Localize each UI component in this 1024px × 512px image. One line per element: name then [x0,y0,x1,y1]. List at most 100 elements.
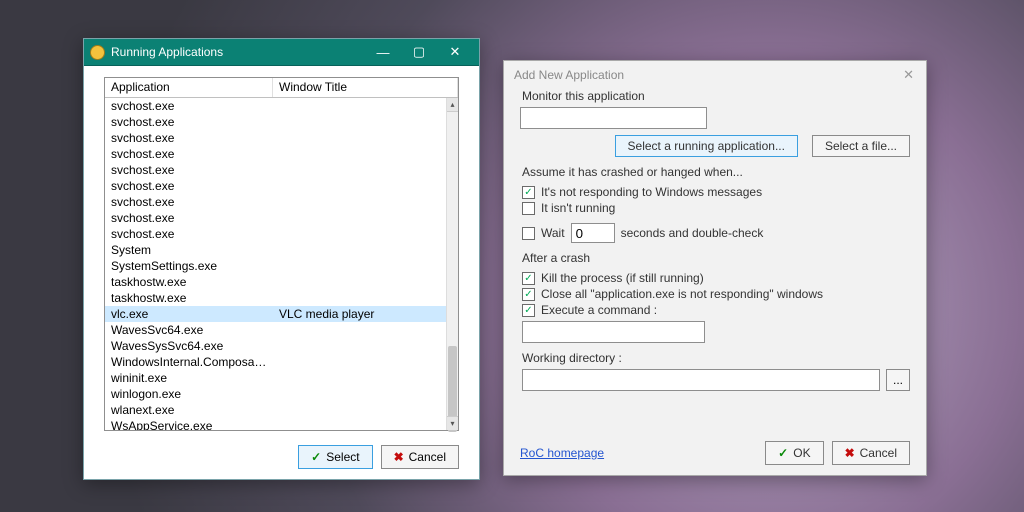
browse-button[interactable]: ... [886,369,910,391]
table-row[interactable]: taskhostw.exe [105,290,458,306]
close-windows-label: Close all "application.exe is not respon… [541,287,823,301]
monitor-path-input[interactable] [520,107,707,129]
table-row[interactable]: SystemSettings.exe [105,258,458,274]
not-running-checkbox[interactable]: ✓ [522,202,535,215]
monitor-label: Monitor this application [522,89,926,103]
application-cell: svchost.exe [105,178,273,194]
titlebar[interactable]: Running Applications — ▢ ✕ [84,39,479,66]
application-cell: wininit.exe [105,370,273,386]
application-cell: vlc.exe [105,306,273,322]
execute-command-checkbox[interactable]: ✓ [522,304,535,317]
table-row[interactable]: WavesSvc64.exe [105,322,458,338]
table-row[interactable]: svchost.exe [105,226,458,242]
table-row[interactable]: svchost.exe [105,114,458,130]
kill-process-checkbox[interactable]: ✓ [522,272,535,285]
window-title-cell [273,226,458,242]
table-row[interactable]: svchost.exe [105,210,458,226]
execute-command-input[interactable] [522,321,705,343]
window-title-cell [273,418,458,430]
application-cell: wlanext.exe [105,402,273,418]
cancel-button[interactable]: ✖ Cancel [832,441,910,465]
list-header: Application Window Title [105,78,458,98]
window-title-cell [273,386,458,402]
table-row[interactable]: svchost.exe [105,162,458,178]
scroll-up-icon[interactable]: ▴ [447,98,458,112]
table-row[interactable]: WavesSysSvc64.exe [105,338,458,354]
table-row[interactable]: svchost.exe [105,146,458,162]
select-running-application-button[interactable]: Select a running application... [615,135,798,157]
close-icon[interactable]: ✕ [899,67,918,83]
roc-homepage-link[interactable]: RoC homepage [520,446,604,460]
cancel-button-label: Cancel [860,446,897,460]
column-application[interactable]: Application [105,78,273,97]
application-cell: svchost.exe [105,130,273,146]
table-row[interactable]: svchost.exe [105,178,458,194]
table-row[interactable]: System [105,242,458,258]
select-running-label: Select a running application... [628,139,785,153]
window-title-cell [273,114,458,130]
not-running-label: It isn't running [541,201,615,215]
window-title-cell [273,210,458,226]
application-cell: svchost.exe [105,226,273,242]
application-cell: svchost.exe [105,146,273,162]
wait-seconds-input[interactable] [571,223,615,243]
not-responding-checkbox[interactable]: ✓ [522,186,535,199]
window-title-cell [273,370,458,386]
window-title-cell [273,194,458,210]
execute-command-label: Execute a command : [541,303,657,317]
table-row[interactable]: svchost.exe [105,130,458,146]
wait-checkbox[interactable]: ✓ [522,227,535,240]
application-cell: svchost.exe [105,210,273,226]
close-windows-checkbox[interactable]: ✓ [522,288,535,301]
application-cell: svchost.exe [105,114,273,130]
window-title-cell [273,402,458,418]
window-title-cell [273,162,458,178]
column-window-title[interactable]: Window Title [273,78,458,97]
select-button[interactable]: ✓ Select [298,445,372,469]
check-icon: ✓ [311,450,321,464]
app-icon [90,45,105,60]
table-row[interactable]: vlc.exeVLC media player [105,306,458,322]
select-file-label: Select a file... [825,139,897,153]
dialog-titlebar[interactable]: Add New Application ✕ [504,61,926,85]
window-title-cell [273,130,458,146]
cross-icon: ✖ [845,446,855,460]
window-title-cell [273,338,458,354]
not-responding-label: It's not responding to Windows messages [541,185,762,199]
table-row[interactable]: wininit.exe [105,370,458,386]
wait-suffix: seconds and double-check [621,226,764,240]
kill-process-label: Kill the process (if still running) [541,271,704,285]
check-icon: ✓ [778,446,788,460]
table-row[interactable]: WsAppService.exe [105,418,458,430]
window-title-cell [273,290,458,306]
working-directory-label: Working directory : [522,351,926,365]
application-cell: winlogon.exe [105,386,273,402]
application-cell: System [105,242,273,258]
ok-button[interactable]: ✓ OK [765,441,823,465]
table-row[interactable]: svchost.exe [105,194,458,210]
table-row[interactable]: wlanext.exe [105,402,458,418]
maximize-button[interactable]: ▢ [401,39,437,66]
working-directory-input[interactable] [522,369,880,391]
table-row[interactable]: taskhostw.exe [105,274,458,290]
minimize-button[interactable]: — [365,39,401,66]
window-title-cell: VLC media player [273,306,458,322]
table-row[interactable]: winlogon.exe [105,386,458,402]
table-row[interactable]: svchost.exe [105,98,458,114]
window-title-cell [273,322,458,338]
application-cell: WindowsInternal.ComposableShell.E... [105,354,273,370]
application-cell: taskhostw.exe [105,290,273,306]
select-file-button[interactable]: Select a file... [812,135,910,157]
scroll-down-icon[interactable]: ▾ [447,416,458,430]
cancel-button[interactable]: ✖ Cancel [381,445,459,469]
window-title-cell [273,258,458,274]
application-cell: svchost.exe [105,98,273,114]
application-cell: svchost.exe [105,162,273,178]
scrollbar[interactable]: ▴ ▾ [446,98,458,430]
close-button[interactable]: ✕ [437,39,473,66]
running-applications-window: Running Applications — ▢ ✕ Application W… [83,38,480,480]
table-row[interactable]: WindowsInternal.ComposableShell.E... [105,354,458,370]
window-title-cell [273,242,458,258]
wait-label: Wait [541,226,565,240]
after-crash-section-label: After a crash [522,251,926,265]
